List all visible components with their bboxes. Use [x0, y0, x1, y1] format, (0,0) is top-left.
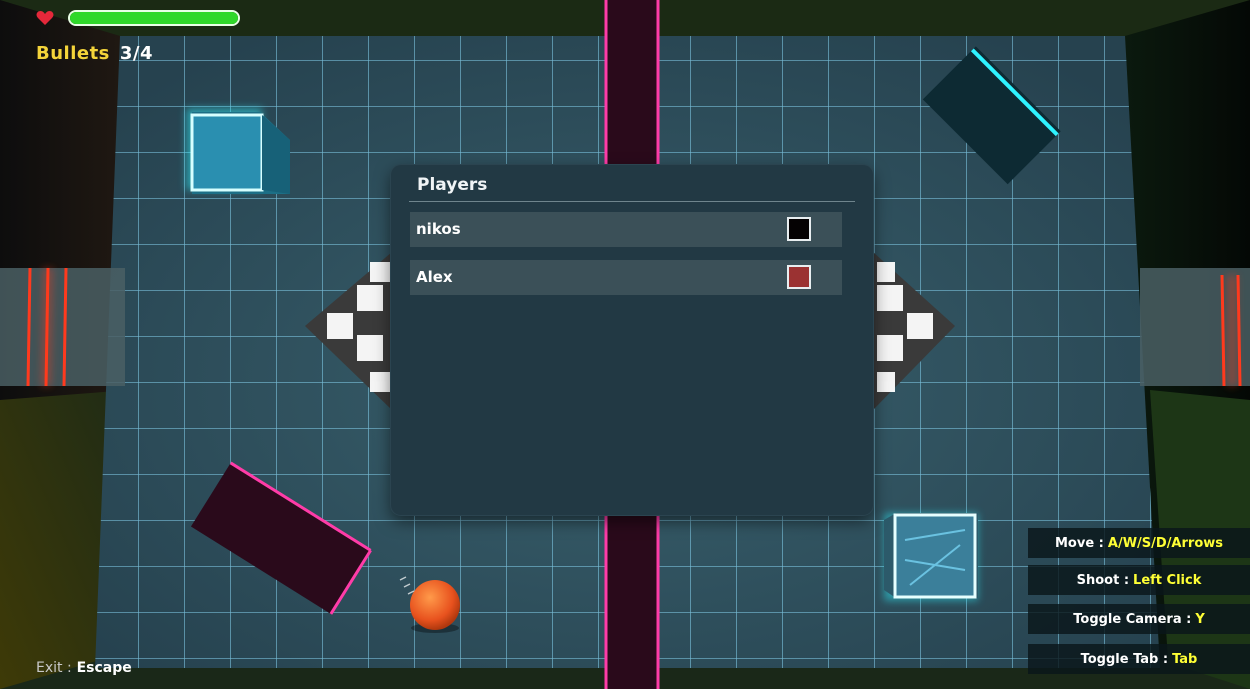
- exit-key: Escape: [76, 660, 132, 676]
- bullets-label: Bullets: [36, 43, 110, 64]
- control-label: Shoot :: [1076, 572, 1130, 588]
- control-hint-move: Move : A/W/S/D/Arrows: [1028, 528, 1250, 558]
- exit-label: Exit :: [36, 660, 72, 676]
- exit-hint: Exit : Escape: [36, 660, 132, 676]
- player-name: nikos: [416, 220, 461, 238]
- control-key: A/W/S/D/Arrows: [1107, 535, 1223, 551]
- player-name: Alex: [416, 268, 453, 286]
- player-color-swatch: [787, 265, 811, 289]
- player-row: Alex: [410, 260, 842, 295]
- control-key: Tab: [1172, 651, 1198, 667]
- player-row: nikos: [410, 212, 842, 247]
- control-key: Left Click: [1133, 572, 1202, 588]
- control-hint-camera: Toggle Camera :Y: [1028, 604, 1250, 634]
- control-hint-shoot: Shoot : Left Click: [1028, 565, 1250, 595]
- control-key: Y: [1195, 611, 1205, 627]
- control-hint-tab: Toggle Tab : Tab: [1028, 644, 1250, 674]
- bullets-counter: Bullets 3/4: [36, 43, 153, 64]
- health-bar-fill: [70, 12, 238, 24]
- bullets-value: 3/4: [119, 43, 154, 64]
- panel-divider: [409, 201, 855, 202]
- control-label: Move :: [1055, 535, 1104, 551]
- control-label: Toggle Camera :: [1073, 611, 1192, 627]
- control-label: Toggle Tab :: [1080, 651, 1169, 667]
- health-bar: [68, 10, 240, 26]
- players-panel-title: Players: [417, 175, 488, 195]
- heart-icon: [36, 11, 54, 25]
- player-color-swatch: [787, 217, 811, 241]
- players-panel: Players nikos Alex: [391, 165, 873, 515]
- game-viewport[interactable]: Bullets 3/4 Players nikos Alex Move : A/W/…: [0, 0, 1250, 689]
